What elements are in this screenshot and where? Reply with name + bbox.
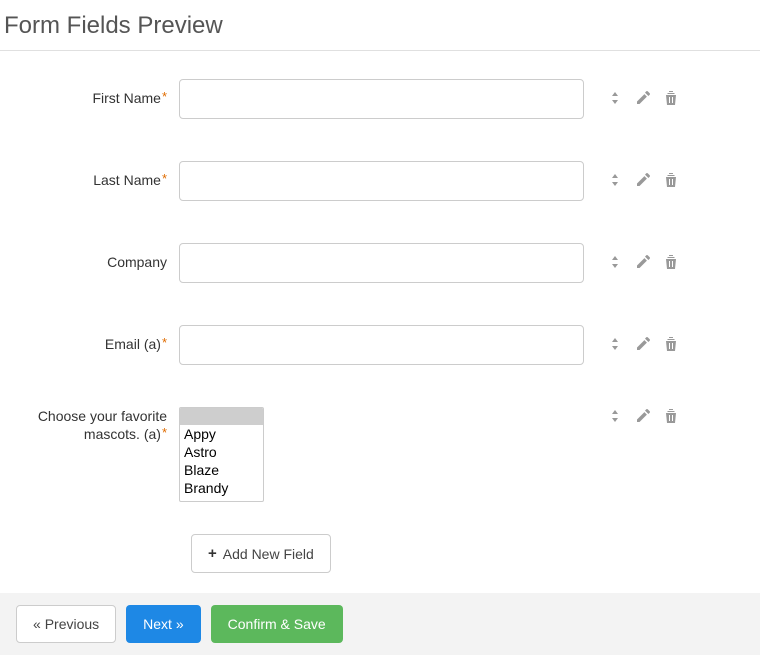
page-title: Form Fields Preview — [0, 0, 760, 51]
label-text: Last Name — [93, 172, 161, 188]
sort-icon[interactable] — [606, 89, 624, 107]
field-label: Email (a)* — [4, 325, 179, 353]
footer-bar: « Previous Next » Confirm & Save — [0, 593, 760, 655]
field-row-company: Company — [4, 243, 756, 283]
delete-icon[interactable] — [662, 253, 680, 271]
delete-icon[interactable] — [662, 171, 680, 189]
label-text: Choose your favorite mascots. (a) — [38, 408, 167, 442]
company-input[interactable] — [179, 243, 584, 283]
edit-icon[interactable] — [634, 335, 652, 353]
edit-icon[interactable] — [634, 407, 652, 425]
label-text: First Name — [92, 90, 160, 106]
field-row-first-name: First Name* — [4, 79, 756, 119]
previous-label: Previous — [45, 616, 99, 632]
field-label: Choose your favorite mascots. (a)* — [4, 407, 179, 443]
confirm-label: Confirm & Save — [228, 616, 326, 632]
next-label: Next — [143, 616, 172, 632]
edit-icon[interactable] — [634, 171, 652, 189]
next-button[interactable]: Next » — [126, 605, 200, 643]
delete-icon[interactable] — [662, 407, 680, 425]
chevron-left-icon: « — [33, 616, 41, 632]
add-new-field-button[interactable]: + Add New Field — [191, 534, 331, 573]
sort-icon[interactable] — [606, 407, 624, 425]
field-label: Company — [4, 243, 179, 271]
confirm-save-button[interactable]: Confirm & Save — [211, 605, 343, 643]
form-fields-area: First Name* Last Name* — [0, 51, 760, 573]
sort-icon[interactable] — [606, 253, 624, 271]
edit-icon[interactable] — [634, 89, 652, 107]
field-label: Last Name* — [4, 161, 179, 189]
plus-icon: + — [208, 545, 217, 562]
required-indicator: * — [162, 425, 167, 440]
required-indicator: * — [162, 335, 167, 350]
chevron-right-icon: » — [176, 616, 184, 632]
delete-icon[interactable] — [662, 335, 680, 353]
field-row-last-name: Last Name* — [4, 161, 756, 201]
last-name-input[interactable] — [179, 161, 584, 201]
sort-icon[interactable] — [606, 335, 624, 353]
list-item[interactable]: Brandy — [180, 479, 263, 497]
list-item[interactable]: Appy — [180, 425, 263, 443]
email-input[interactable] — [179, 325, 584, 365]
previous-button[interactable]: « Previous — [16, 605, 116, 643]
add-button-label: Add New Field — [223, 546, 314, 562]
list-item[interactable] — [180, 408, 263, 425]
required-indicator: * — [162, 171, 167, 186]
field-row-mascots: Choose your favorite mascots. (a)* Appy … — [4, 407, 756, 502]
edit-icon[interactable] — [634, 253, 652, 271]
delete-icon[interactable] — [662, 89, 680, 107]
label-text: Company — [107, 254, 167, 270]
mascots-listbox[interactable]: Appy Astro Blaze Brandy — [179, 407, 264, 502]
sort-icon[interactable] — [606, 171, 624, 189]
list-item[interactable]: Astro — [180, 443, 263, 461]
required-indicator: * — [162, 89, 167, 104]
first-name-input[interactable] — [179, 79, 584, 119]
field-row-email: Email (a)* — [4, 325, 756, 365]
list-item[interactable]: Blaze — [180, 461, 263, 479]
field-label: First Name* — [4, 79, 179, 107]
label-text: Email (a) — [105, 336, 161, 352]
